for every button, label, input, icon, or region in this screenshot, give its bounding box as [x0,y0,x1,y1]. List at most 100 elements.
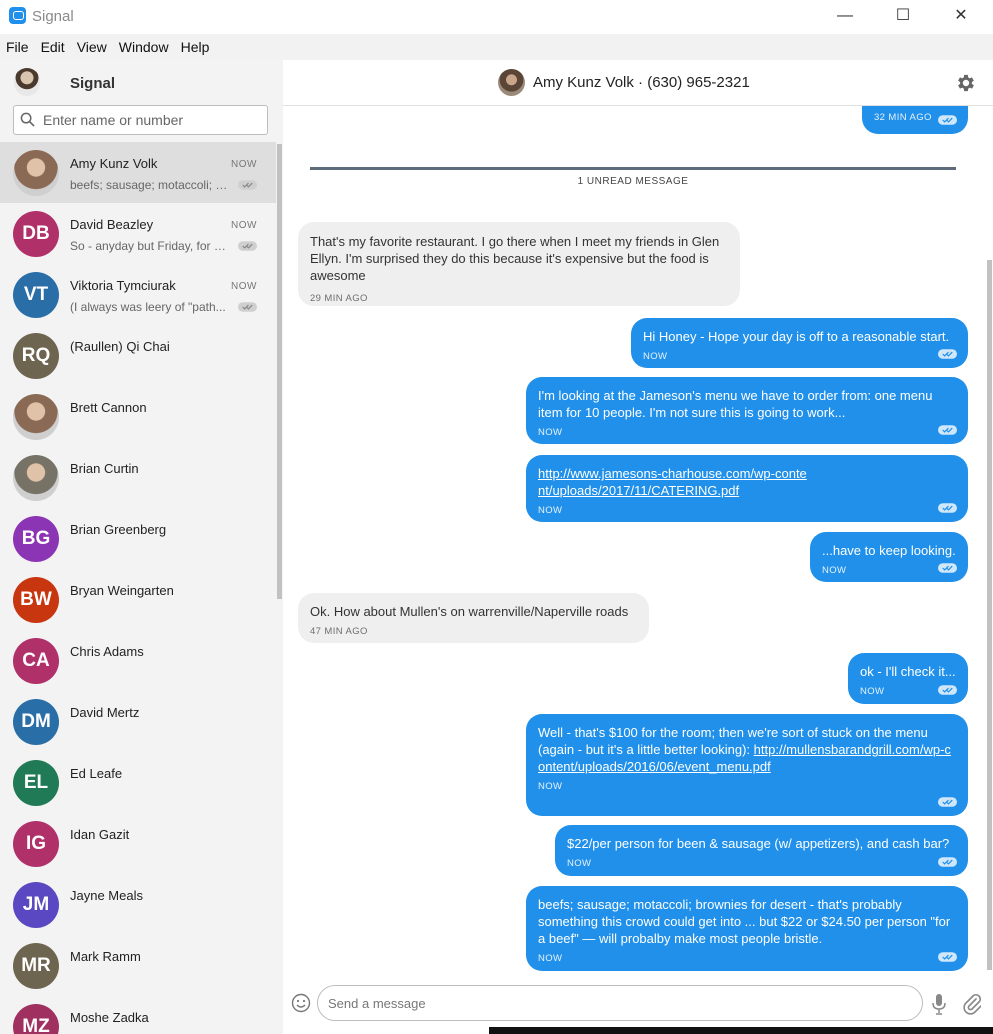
conversation-name: Chris Adams [70,644,144,659]
conversation-name: David Beazley [70,217,154,232]
menu-window[interactable]: Window [113,34,175,55]
conversation-item[interactable]: Brian Curtin [0,447,276,508]
message-timestamp: NOW [567,858,592,869]
conversation-item[interactable]: Amy Kunz Volk NOW beefs; sausage; motaccol… [0,142,276,203]
read-receipt-icon [938,115,957,125]
attachment-icon[interactable] [963,993,981,1015]
conversation-item[interactable]: BG Brian Greenberg [0,508,276,569]
menu-view[interactable]: View [71,34,113,55]
message-timestamp: NOW [643,351,668,362]
contact-avatar: MZ [13,1004,59,1034]
conversation-item[interactable]: MZ Moshe Zadka [0,996,276,1034]
read-receipt-icon [938,685,957,695]
conversation-name: Brian Greenberg [70,522,167,537]
message-incoming[interactable]: Ok. How about Mullen's on warrenville/Na… [298,593,649,643]
conversation-item[interactable]: EL Ed Leafe [0,752,276,813]
message-timeline: 32 MIN AGO 1 UNREAD MESSAGE That's my fa… [283,106,986,981]
maximize-button[interactable]: ☐ [874,0,932,32]
conversation-time: NOW [231,281,257,292]
contact-avatar: DM [13,699,59,745]
message-outgoing[interactable]: beefs; sausage; motaccoli; brownies for … [526,886,968,971]
message-outgoing[interactable]: I'm looking at the Jameson's menu we hav… [526,377,968,444]
microphone-icon[interactable] [931,993,947,1015]
message-timestamp: NOW [538,781,563,792]
contact-avatar: MR [13,943,59,989]
read-receipt-icon [238,180,257,190]
conversation-item[interactable]: Brett Cannon [0,386,276,447]
read-receipt-icon [938,797,957,807]
message-text: I'm looking at the Jameson's menu we hav… [538,388,933,420]
message-link[interactable]: http://www.jamesons-charhouse.com/wp-con… [538,465,808,499]
conversation-item[interactable]: BW Bryan Weingarten [0,569,276,630]
read-receipt-icon [938,349,957,359]
menu-file[interactable]: File [0,34,35,55]
conversation-item[interactable]: CA Chris Adams [0,630,276,691]
message-text: That's my favorite restaurant. I go ther… [310,234,720,283]
menu-help[interactable]: Help [175,34,216,55]
gear-icon[interactable] [955,72,977,94]
contact-avatar [13,150,59,196]
conversation-item[interactable]: MR Mark Ramm [0,935,276,996]
conversation-name: Mark Ramm [70,949,141,964]
sidebar-scrollbar[interactable] [277,144,282,599]
message-outgoing[interactable]: Hi Honey - Hope your day is off to a rea… [631,318,968,368]
message-timestamp: NOW [538,953,563,964]
contact-avatar [13,394,59,440]
read-receipt-icon [938,563,957,573]
contact-avatar[interactable] [498,69,525,96]
message-outgoing[interactable]: http://www.jamesons-charhouse.com/wp-con… [526,455,968,522]
conversation-item[interactable]: JM Jayne Meals [0,874,276,935]
emoji-icon[interactable] [291,993,311,1013]
message-text: Ok. How about Mullen's on warrenville/Na… [310,604,629,619]
message-outgoing[interactable]: $22/per person for been & sausage (w/ ap… [555,825,968,876]
contact-avatar: RQ [13,333,59,379]
minimize-button[interactable]: — [816,0,874,32]
read-receipt-icon [238,241,257,251]
conversation-name: Jayne Meals [70,888,143,903]
conversation-item[interactable]: IG Idan Gazit [0,813,276,874]
search-box[interactable] [13,105,268,135]
menu-edit[interactable]: Edit [35,34,71,55]
conversation-item[interactable]: VT Viktoria Tymciurak NOW (I always was lee… [0,264,276,325]
taskbar-strip [489,1027,993,1034]
conversation-preview: (I always was leery of "path... [70,300,226,314]
read-receipt-icon [938,503,957,513]
message-outgoing[interactable]: ...have to keep looking. NOW [810,532,968,582]
conversation-name: Idan Gazit [70,827,130,842]
sidebar-header: Signal [0,60,283,105]
unread-label: 1 UNREAD MESSAGE [577,176,689,187]
conversation-name: Amy Kunz Volk [70,156,158,171]
my-avatar[interactable] [14,68,40,96]
read-receipt-icon [938,857,957,867]
read-receipt-icon [238,302,257,312]
title-bar: Signal — ☐ ✕ [0,0,993,34]
sidebar-title: Signal [70,75,116,92]
search-input[interactable] [43,111,263,129]
message-text: Hi Honey - Hope your day is off to a rea… [643,329,950,344]
close-button[interactable]: ✕ [932,0,990,32]
message-outgoing[interactable]: Well - that's $100 for the room; then we… [526,714,968,816]
message-incoming[interactable]: That's my favorite restaurant. I go ther… [298,222,740,306]
contact-avatar: IG [13,821,59,867]
conversation-title: Amy Kunz Volk · (630) 965-2321 [533,74,750,91]
conversation-name: (Raullen) Qi Chai [70,339,170,354]
contact-avatar: BW [13,577,59,623]
message-outgoing[interactable]: 32 MIN AGO [862,106,968,134]
conversation-name: Brett Cannon [70,400,147,415]
read-receipt-icon [938,425,957,435]
conversation-name: Brian Curtin [70,461,139,476]
timeline-scrollbar[interactable] [987,260,992,970]
message-outgoing[interactable]: ok - I'll check it... NOW [848,653,968,704]
message-input[interactable] [317,985,923,1021]
conversation-item[interactable]: RQ (Raullen) Qi Chai [0,325,276,386]
message-timestamp: 29 MIN AGO [310,293,368,304]
message-timestamp: NOW [822,565,847,576]
conversation-item[interactable]: DM David Mertz [0,691,276,752]
search-icon [20,112,35,127]
window-title: Signal [32,8,74,25]
conversation-name: Bryan Weingarten [70,583,174,598]
conversation-name: Ed Leafe [70,766,123,781]
conversation-item[interactable]: DB David Beazley NOW So - anyday but Friday… [0,203,276,264]
conversation-preview: So - anyday but Friday, for me [70,239,228,253]
conversation-name: Moshe Zadka [70,1010,149,1025]
